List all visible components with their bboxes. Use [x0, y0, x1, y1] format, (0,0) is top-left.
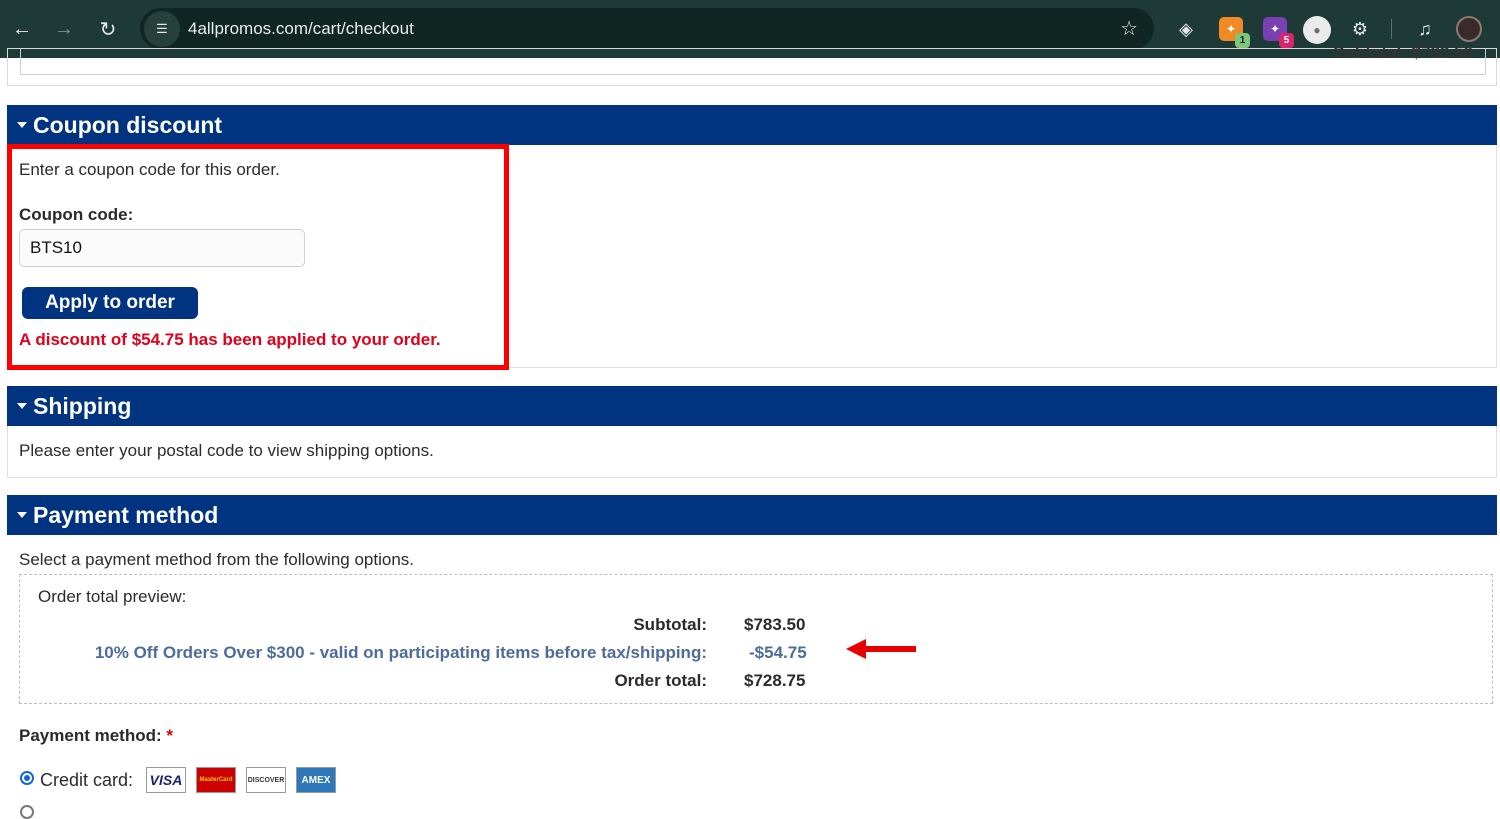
discount-label: 10% Off Orders Over $300 - valid on part…	[94, 643, 707, 662]
cart-table-bottom: Subtotal: $783.50	[20, 43, 1486, 75]
subtotal-value: $783.50	[744, 615, 806, 634]
apply-to-order-button[interactable]: Apply to order	[22, 287, 198, 319]
media-control-icon[interactable]: ♫	[1413, 17, 1437, 41]
amex-card-icon: AMEX	[296, 767, 336, 793]
discover-card-icon: DISCOVER	[246, 767, 286, 793]
order-total-label: Order total:	[614, 671, 707, 690]
extension-purple-icon[interactable]: ✦ 5	[1263, 17, 1294, 48]
address-bar[interactable]: ☰ 4allpromos.com/cart/checkout ☆	[140, 8, 1154, 49]
bookmark-star-icon[interactable]: ☆	[1120, 16, 1138, 41]
extension-badge: 1	[1235, 33, 1250, 48]
coupon-code-input[interactable]: BTS10	[19, 229, 305, 267]
credit-card-label[interactable]: Credit card:	[40, 770, 133, 791]
shipping-text: Please enter your postal code to view sh…	[19, 441, 434, 460]
checkout-page: Subtotal: $783.50 Coupon discount Enter …	[0, 43, 1500, 819]
url-text[interactable]: 4allpromos.com/cart/checkout	[188, 19, 414, 39]
preview-title: Order total preview:	[38, 587, 187, 606]
visa-card-icon: VISA	[146, 767, 186, 793]
coupon-section-title: Coupon discount	[33, 111, 223, 138]
credit-card-radio[interactable]	[20, 771, 34, 785]
toolbar-separator	[1391, 19, 1392, 39]
required-mark: *	[166, 726, 173, 745]
shipping-section-title: Shipping	[33, 392, 132, 419]
reload-icon[interactable]: ↻	[90, 11, 126, 47]
discount-value: -$54.75	[749, 643, 807, 662]
profile-avatar[interactable]	[1456, 16, 1482, 42]
extension-circle-icon[interactable]: ●	[1303, 16, 1331, 44]
order-total-preview: Order total preview: Subtotal: $783.50 1…	[19, 574, 1493, 704]
payment-intro: Select a payment method from the followi…	[19, 550, 414, 569]
extension-orange-icon[interactable]: ✦ 1	[1219, 17, 1250, 48]
forward-arrow-icon[interactable]: →	[46, 11, 82, 47]
cart-contents-box: Subtotal: $783.50	[7, 43, 1497, 86]
payment-section-header[interactable]: Payment method	[7, 495, 1497, 535]
shipping-section-header[interactable]: Shipping	[7, 386, 1497, 426]
coupon-section-header[interactable]: Coupon discount	[7, 105, 1497, 145]
extensions-puzzle-icon[interactable]: ⚙	[1348, 17, 1372, 41]
payment-section-title: Payment method	[33, 501, 219, 528]
coupon-intro: Enter a coupon code for this order.	[19, 160, 280, 179]
extension-badge: 5	[1279, 33, 1294, 48]
payment-method-label: Payment method: *	[19, 726, 173, 746]
collapse-triangle-icon	[17, 512, 27, 518]
subtotal-label: Subtotal:	[633, 615, 707, 634]
mastercard-card-icon: MasterCard	[196, 767, 236, 793]
second-payment-radio[interactable]	[20, 805, 34, 819]
payment-method-label-text: Payment method:	[19, 726, 162, 745]
tampermonkey-icon[interactable]: ◈	[1174, 17, 1198, 41]
red-arrow-icon	[846, 639, 916, 659]
collapse-triangle-icon	[17, 403, 27, 409]
cart-subtotal: Subtotal: $783.50	[1333, 43, 1473, 62]
order-total-value: $728.75	[744, 671, 806, 690]
discount-applied-message: A discount of $54.75 has been applied to…	[19, 330, 441, 349]
back-arrow-icon[interactable]: ←	[4, 11, 40, 47]
coupon-code-label: Coupon code:	[19, 205, 134, 224]
site-info-icon[interactable]: ☰	[144, 10, 180, 47]
collapse-triangle-icon	[17, 122, 27, 128]
